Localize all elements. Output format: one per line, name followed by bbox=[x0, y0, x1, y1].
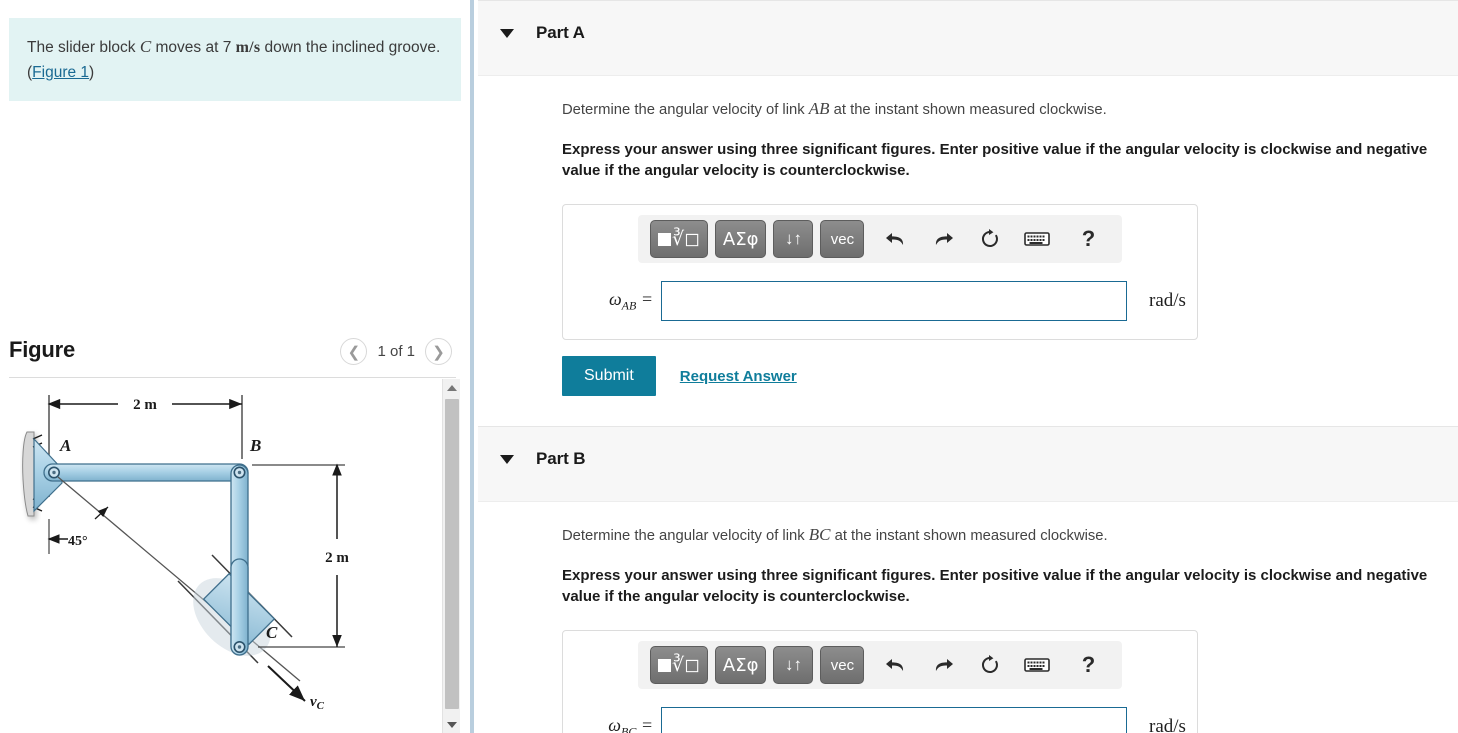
subscript-superscript-button[interactable]: ↓↑ bbox=[773, 220, 814, 258]
dim-horizontal-label: 2 m bbox=[133, 397, 157, 413]
part-b-prompt-after: at the instant shown measured clockwise. bbox=[830, 528, 1108, 544]
problem-text-1: The slider block bbox=[27, 39, 140, 56]
figure-scrollbar[interactable] bbox=[442, 379, 460, 733]
undo-arrow-icon[interactable] bbox=[881, 224, 911, 254]
question-mark-icon[interactable]: ? bbox=[1073, 224, 1103, 254]
mechanism-diagram: 2 m A B 45° C vC 2 m bbox=[22, 395, 349, 712]
part-b-instruction: Express your answer using three signific… bbox=[562, 566, 1428, 606]
part-a-header[interactable]: Part A bbox=[478, 0, 1458, 76]
greek-symbols-button[interactable]: ΑΣφ bbox=[714, 220, 767, 258]
dim-vertical-label: 2 m bbox=[325, 550, 349, 566]
problem-statement: The slider block C moves at 7 m/s down t… bbox=[9, 18, 461, 101]
caret-down-icon[interactable] bbox=[500, 29, 514, 38]
figure-1-link[interactable]: Figure 1 bbox=[32, 64, 89, 81]
part-b-prompt-var: BC bbox=[808, 525, 831, 544]
problem-text-4: ) bbox=[89, 63, 95, 81]
link-ab bbox=[43, 463, 249, 482]
part-a-prompt-before: Determine the angular velocity of link bbox=[562, 102, 809, 118]
part-b-answer-input[interactable] bbox=[661, 707, 1127, 733]
part-b-label: Part B bbox=[536, 449, 586, 468]
redo-arrow-icon[interactable] bbox=[928, 650, 958, 680]
part-a-request-answer-link[interactable]: Request Answer bbox=[680, 368, 797, 385]
part-a-instruction: Express your answer using three signific… bbox=[562, 140, 1428, 180]
undo-arrow-icon[interactable] bbox=[881, 650, 911, 680]
part-a-toolbar: ∛◻ ΑΣφ ↓↑ vec ? bbox=[638, 215, 1122, 263]
part-a-answer-input[interactable] bbox=[661, 281, 1127, 321]
keyboard-icon[interactable] bbox=[1022, 224, 1052, 254]
reset-circular-arrow-icon[interactable] bbox=[975, 650, 1005, 680]
part-a-body: Determine the angular velocity of link A… bbox=[478, 96, 1458, 396]
caret-down-icon[interactable] bbox=[500, 455, 514, 464]
part-a-submit-button[interactable]: Submit bbox=[562, 356, 656, 396]
part-a-actions: Submit Request Answer bbox=[562, 356, 1436, 396]
part-a-prompt: Determine the angular velocity of link A… bbox=[562, 96, 1436, 122]
part-a-unit-label: rad/s bbox=[1149, 290, 1186, 311]
figure-header: Figure ❮ 1 of 1 ❯ bbox=[0, 330, 470, 377]
vector-button[interactable]: vec bbox=[820, 646, 865, 684]
part-b-unit-label: rad/s bbox=[1149, 716, 1186, 733]
part-b-header[interactable]: Part B bbox=[478, 426, 1458, 502]
problem-text-2: moves at 7 bbox=[151, 39, 236, 56]
part-a-variable-label: ωAB = bbox=[608, 288, 653, 313]
part-a-prompt-var: AB bbox=[808, 99, 830, 118]
figure-navigation: ❮ 1 of 1 ❯ bbox=[340, 338, 452, 365]
part-b-prompt-before: Determine the angular velocity of link bbox=[562, 528, 809, 544]
redo-arrow-icon[interactable] bbox=[928, 224, 958, 254]
figure-next-button[interactable]: ❯ bbox=[425, 338, 452, 365]
part-b-answer-box: ∛◻ ΑΣφ ↓↑ vec ? ωBC = rad/s bbox=[562, 630, 1198, 733]
keyboard-icon[interactable] bbox=[1022, 650, 1052, 680]
label-b: B bbox=[249, 436, 261, 455]
part-b-section: Part B Determine the angular velocity of… bbox=[478, 426, 1458, 733]
part-b-equals: = bbox=[640, 714, 653, 733]
reset-circular-arrow-icon[interactable] bbox=[975, 224, 1005, 254]
right-panel: Part A Determine the angular velocity of… bbox=[478, 0, 1458, 733]
velocity-label: vC bbox=[310, 694, 325, 712]
label-c: C bbox=[266, 623, 278, 642]
greek-symbols-button[interactable]: ΑΣφ bbox=[714, 646, 767, 684]
problem-unit: m/s bbox=[235, 39, 261, 56]
problem-var-c: C bbox=[139, 37, 152, 56]
part-b-input-row: ωBC = rad/s bbox=[563, 707, 1197, 733]
figure-counter: 1 of 1 bbox=[377, 343, 415, 360]
part-b-toolbar: ∛◻ ΑΣφ ↓↑ vec ? bbox=[638, 641, 1122, 689]
scrollbar-up-arrow[interactable] bbox=[443, 379, 460, 396]
part-b-variable-label: ωBC = bbox=[581, 715, 653, 733]
figure-panel-title: Figure bbox=[9, 337, 76, 362]
subscript-superscript-button[interactable]: ↓↑ bbox=[773, 646, 814, 684]
part-a-section: Part A Determine the angular velocity of… bbox=[478, 0, 1458, 396]
nth-root-button[interactable]: ∛◻ bbox=[650, 220, 708, 258]
part-a-input-row: ωAB = rad/s bbox=[563, 281, 1197, 321]
part-b-prompt: Determine the angular velocity of link B… bbox=[562, 522, 1436, 548]
nth-root-button[interactable]: ∛◻ bbox=[650, 646, 708, 684]
part-a-prompt-after: at the instant shown measured clockwise. bbox=[829, 102, 1107, 118]
part-a-label: Part A bbox=[536, 23, 585, 42]
scrollbar-thumb[interactable] bbox=[445, 399, 459, 709]
figure-divider bbox=[9, 377, 456, 378]
angle-label: 45° bbox=[68, 534, 88, 549]
scrollbar-down-arrow[interactable] bbox=[443, 716, 460, 733]
part-a-equals: = bbox=[640, 288, 653, 309]
question-mark-icon[interactable]: ? bbox=[1073, 650, 1103, 680]
part-b-variable-subscript: BC bbox=[621, 724, 637, 733]
part-a-answer-box: ∛◻ ΑΣφ ↓↑ vec ? ωAB = rad/s bbox=[562, 204, 1198, 340]
figure-viewport: 2 m A B 45° C vC 2 m bbox=[0, 379, 470, 733]
vector-button[interactable]: vec bbox=[820, 220, 865, 258]
part-a-variable-subscript: AB bbox=[621, 298, 637, 313]
figure-prev-button[interactable]: ❮ bbox=[340, 338, 368, 365]
part-b-body: Determine the angular velocity of link B… bbox=[478, 522, 1458, 733]
left-panel: The slider block C moves at 7 m/s down t… bbox=[0, 0, 474, 733]
label-a: A bbox=[59, 436, 71, 455]
